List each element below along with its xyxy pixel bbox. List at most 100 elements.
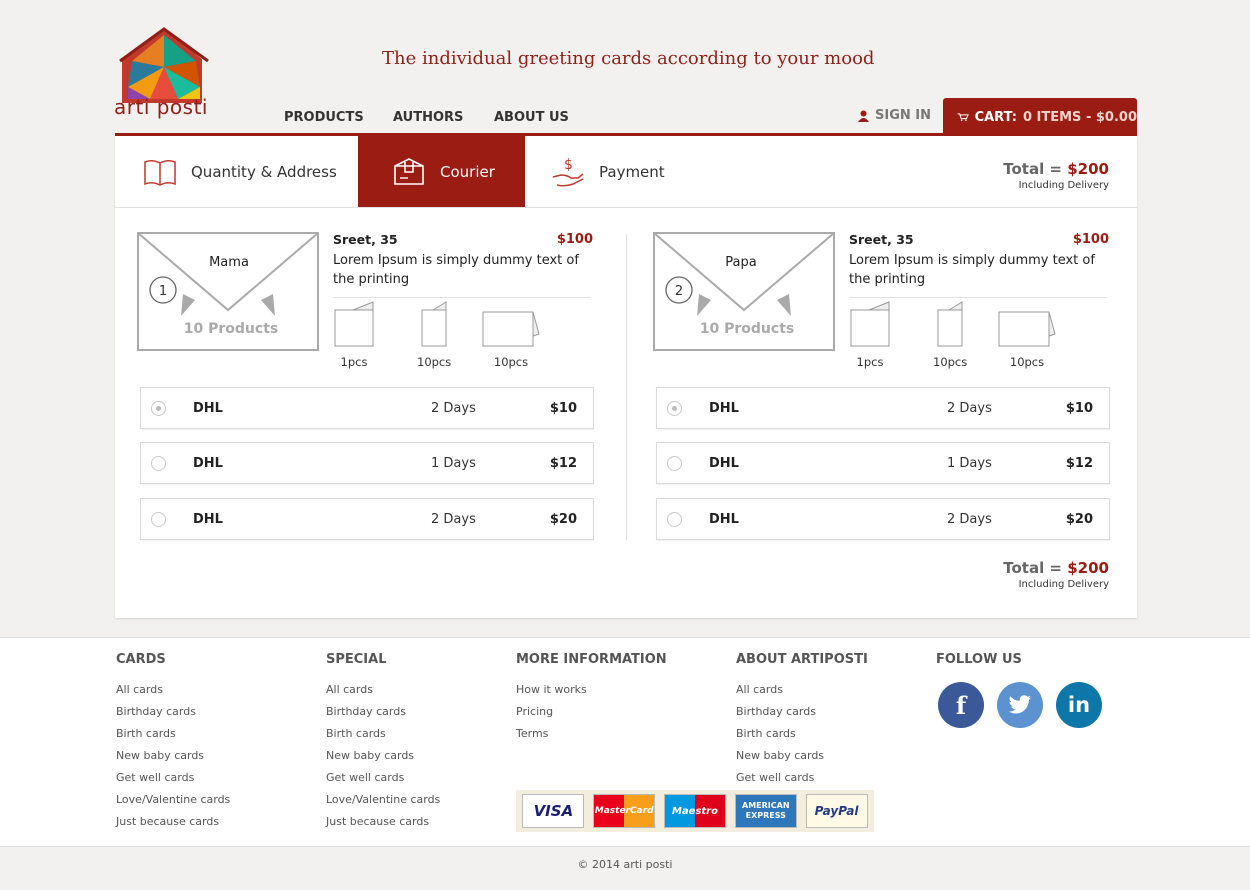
- step-quantity-address[interactable]: Quantity & Address: [143, 136, 358, 207]
- footer-link[interactable]: Love/Valentine cards: [116, 789, 230, 811]
- footer-link[interactable]: Just because cards: [116, 811, 230, 833]
- twitter-icon[interactable]: [997, 682, 1043, 728]
- courier-price: $10: [1065, 400, 1093, 416]
- paypal-icon: PayPal: [805, 794, 868, 828]
- card-qty: 10pcs: [493, 355, 529, 369]
- maestro-icon: Maestro: [663, 794, 726, 828]
- footer-title: MORE INFORMATION: [516, 652, 667, 667]
- courier-radio[interactable]: [151, 400, 166, 416]
- recipient-name: Mama: [209, 255, 249, 270]
- sign-in-label: SIGN IN: [875, 108, 931, 123]
- total-value: $200: [1067, 559, 1109, 577]
- footer-link[interactable]: Birthday cards: [116, 701, 230, 723]
- total-note: Including Delivery: [1018, 180, 1109, 191]
- nav-about-us[interactable]: ABOUT US: [494, 110, 569, 125]
- courier-name: DHL: [709, 455, 739, 471]
- footer-link[interactable]: All cards: [326, 679, 440, 701]
- card-item: 10pcs: [997, 300, 1057, 369]
- courier-days: 1 Days: [431, 455, 476, 471]
- footer-link[interactable]: New baby cards: [326, 745, 440, 767]
- courier-radio[interactable]: [667, 511, 682, 527]
- sign-in-link[interactable]: SIGN IN: [858, 108, 931, 123]
- american-express-icon: AMERICAN EXPRESS: [734, 794, 797, 828]
- footer-link[interactable]: How it works: [516, 679, 667, 701]
- divider: [849, 297, 1107, 298]
- cart-icon: [957, 113, 969, 121]
- courier-days: 1 Days: [947, 455, 992, 471]
- nav-authors[interactable]: AUTHORS: [393, 110, 463, 125]
- footer-link[interactable]: Love/Valentine cards: [326, 789, 440, 811]
- footer-link[interactable]: Get well cards: [736, 767, 868, 789]
- footer-link[interactable]: Get well cards: [326, 767, 440, 789]
- step-payment[interactable]: $ Payment: [551, 136, 721, 207]
- footer-column-cards: CARDS All cards Birthday cards Birth car…: [116, 652, 230, 833]
- card-item: 1pcs: [849, 300, 891, 369]
- courier-option[interactable]: DHL 2 Days $10: [140, 387, 594, 429]
- footer-link[interactable]: Terms: [516, 723, 667, 745]
- footer-link[interactable]: Birthday cards: [326, 701, 440, 723]
- envelope-icon: 1 Mama 10 Products: [137, 232, 319, 351]
- footer-link[interactable]: Birth cards: [326, 723, 440, 745]
- footer-link[interactable]: Birth cards: [116, 723, 230, 745]
- checkout-steps: Quantity & Address Courier $ Payment Tot…: [115, 136, 1137, 208]
- footer-link[interactable]: Get well cards: [116, 767, 230, 789]
- total-label: Total =: [1003, 559, 1063, 577]
- step-label: Payment: [599, 162, 665, 181]
- courier-option[interactable]: DHL 1 Days $12: [140, 442, 594, 484]
- cart-button[interactable]: CART: 0 ITEMS - $0.00: [943, 98, 1137, 136]
- step-label: Courier: [440, 162, 495, 181]
- courier-days: 2 Days: [947, 511, 992, 527]
- footer-column-follow: FOLLOW US: [936, 652, 1022, 679]
- card-qty: 10pcs: [417, 355, 452, 369]
- total-summary-bottom: Total = $200 Including Delivery: [1003, 559, 1109, 590]
- products-count: 10 Products: [184, 321, 278, 337]
- total-note: Including Delivery: [1018, 579, 1109, 590]
- courier-option[interactable]: DHL 2 Days $10: [656, 387, 1110, 429]
- courier-price: $20: [1065, 511, 1093, 527]
- linkedin-icon[interactable]: in: [1056, 682, 1102, 728]
- card-qty: 10pcs: [933, 355, 968, 369]
- courier-name: DHL: [709, 511, 739, 527]
- footer-link[interactable]: All cards: [736, 679, 868, 701]
- footer-link[interactable]: Birthday cards: [736, 701, 868, 723]
- courier-radio[interactable]: [667, 400, 682, 416]
- visa-icon: VISA: [522, 794, 585, 828]
- footer-link[interactable]: New baby cards: [116, 745, 230, 767]
- facebook-icon[interactable]: f: [938, 682, 984, 728]
- courier-days: 2 Days: [947, 400, 992, 416]
- courier-radio[interactable]: [151, 511, 166, 527]
- footer-link[interactable]: Birth cards: [736, 723, 868, 745]
- courier-option[interactable]: DHL 2 Days $20: [656, 498, 1110, 540]
- card-portrait-icon: [421, 301, 447, 347]
- footer-link[interactable]: New baby cards: [736, 745, 868, 767]
- courier-option[interactable]: DHL 2 Days $20: [140, 498, 594, 540]
- courier-name: DHL: [709, 400, 739, 416]
- courier-radio[interactable]: [151, 455, 166, 471]
- courier-price: $10: [549, 400, 577, 416]
- mastercard-icon: MasterCard: [593, 794, 656, 828]
- order-price: $100: [1072, 232, 1109, 247]
- footer-link[interactable]: All cards: [116, 679, 230, 701]
- footer-title: CARDS: [116, 652, 166, 667]
- cart-count: 0 ITEMS - $0.00: [1022, 109, 1137, 125]
- courier-option[interactable]: DHL 1 Days $12: [656, 442, 1110, 484]
- footer-link[interactable]: Pricing: [516, 701, 667, 723]
- footer-title: FOLLOW US: [936, 652, 1022, 667]
- courier-name: DHL: [193, 400, 223, 416]
- nav-products[interactable]: PRODUCTS: [284, 110, 364, 125]
- box-icon: [394, 157, 424, 185]
- divider: [333, 297, 591, 298]
- card-portrait-icon: [937, 301, 963, 347]
- recipient-name: Papa: [725, 255, 756, 270]
- order-description: Lorem Ipsum is simply dummy text of the …: [333, 253, 579, 287]
- card-item: 10pcs: [417, 300, 451, 369]
- courier-radio[interactable]: [667, 455, 682, 471]
- cart-label: CART:: [974, 109, 1017, 125]
- order-index: 2: [675, 284, 683, 299]
- footer-link[interactable]: Just because cards: [326, 811, 440, 833]
- step-courier[interactable]: Courier: [358, 136, 525, 207]
- order-index: 1: [159, 284, 167, 299]
- copyright: © 2014 arti posti: [577, 858, 673, 871]
- street-address: Sreet, 35: [849, 232, 914, 247]
- courier-name: DHL: [193, 455, 223, 471]
